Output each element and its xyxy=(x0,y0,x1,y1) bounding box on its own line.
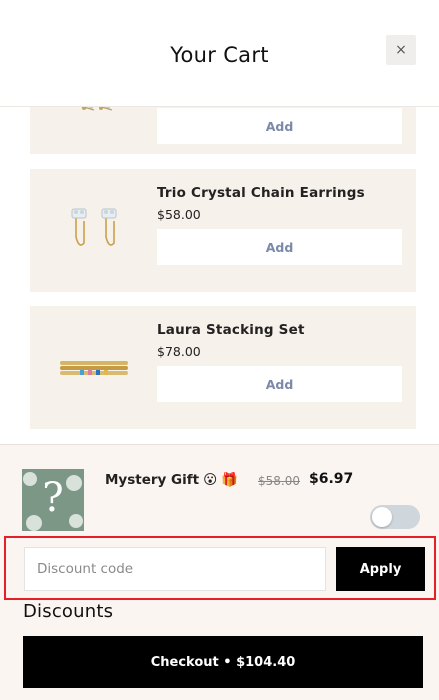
upsell-card: Trio Crystal Chain Earrings $58.00 Add xyxy=(30,169,416,292)
mystery-gift-row: ? Mystery Gift 😮 🎁 $58.00 $6.97 xyxy=(22,469,420,531)
product-name: Laura Stacking Set xyxy=(157,322,305,338)
original-price: $58.00 xyxy=(258,474,300,488)
surprised-face-icon: 😮 xyxy=(203,472,218,488)
product-name: Trio Crystal Chain Earrings xyxy=(157,185,365,201)
discounts-heading: Discounts xyxy=(23,601,114,622)
close-icon: × xyxy=(395,42,407,58)
cart-footer: ? Mystery Gift 😮 🎁 $58.00 $6.97 Apply Di… xyxy=(0,444,439,700)
close-button[interactable]: × xyxy=(386,35,416,65)
product-image xyxy=(30,169,157,292)
product-image xyxy=(30,107,157,154)
discount-code-input[interactable] xyxy=(24,547,326,591)
add-button[interactable]: Add xyxy=(157,366,402,402)
add-button[interactable]: Add xyxy=(157,108,402,144)
discounted-price: $6.97 xyxy=(309,471,354,487)
upsell-list[interactable]: Add Trio Crystal Chain Earrings $58.00 A… xyxy=(0,107,439,444)
earrings-image xyxy=(81,107,112,111)
question-mark-icon: ? xyxy=(42,475,64,521)
cart-header: Your Cart × xyxy=(0,0,439,107)
checkout-button[interactable]: Checkout • $104.40 xyxy=(23,636,423,688)
gift-toggle[interactable] xyxy=(370,505,420,529)
apply-button[interactable]: Apply xyxy=(336,547,425,591)
upsell-card: Laura Stacking Set $78.00 Add xyxy=(30,306,416,429)
toggle-knob xyxy=(372,507,392,527)
gift-title: Mystery Gift 😮 🎁 xyxy=(105,472,238,488)
page-title: Your Cart xyxy=(170,43,269,67)
add-button[interactable]: Add xyxy=(157,229,402,265)
discount-highlight: Apply xyxy=(4,536,436,600)
gift-box-icon: 🎁 xyxy=(221,472,238,488)
mystery-gift-image: ? xyxy=(22,469,84,531)
upsell-card: Add xyxy=(30,107,416,154)
product-image xyxy=(30,306,157,429)
chain-earrings-image xyxy=(71,208,116,246)
product-price: $78.00 xyxy=(157,344,201,359)
gift-name: Mystery Gift xyxy=(105,472,200,488)
product-price: $58.00 xyxy=(157,207,201,222)
stacking-set-image xyxy=(59,360,128,375)
